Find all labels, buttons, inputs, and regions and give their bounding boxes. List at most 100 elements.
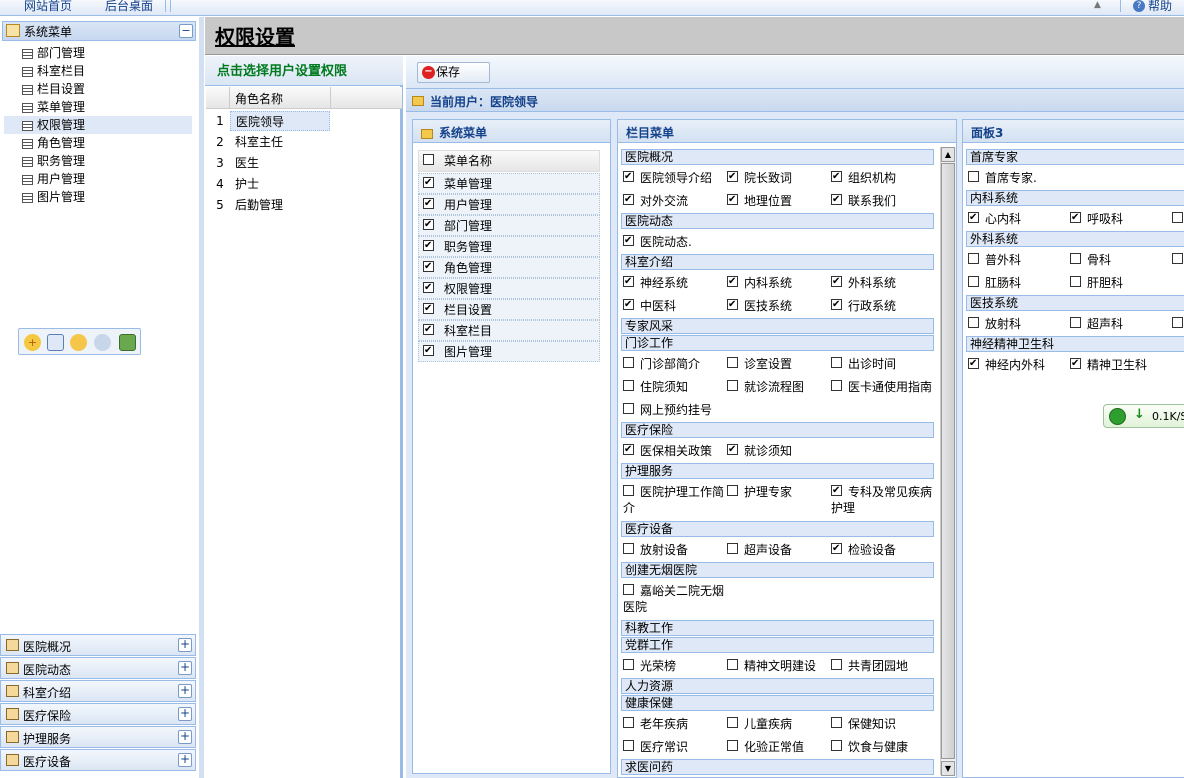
permission-checkbox-item[interactable]: 嘉峪关二院无烟医院: [623, 583, 725, 615]
sidebar-item[interactable]: 菜单管理: [4, 98, 192, 116]
permission-checkbox[interactable]: [727, 194, 738, 205]
permission-checkbox[interactable]: [623, 485, 634, 496]
permission-checkbox-item[interactable]: [1172, 211, 1184, 227]
menu-checkbox[interactable]: [423, 219, 434, 230]
permission-checkbox[interactable]: [727, 717, 738, 728]
permission-checkbox-item[interactable]: 光荣榜: [623, 658, 676, 674]
menu-permission-row[interactable]: 菜单管理: [418, 173, 600, 194]
permission-checkbox[interactable]: [831, 717, 842, 728]
menu-permission-row[interactable]: 用户管理: [418, 194, 600, 215]
permission-checkbox-item[interactable]: 联系我们: [831, 193, 896, 209]
permission-checkbox[interactable]: [727, 659, 738, 670]
permission-checkbox[interactable]: [968, 317, 979, 328]
permission-checkbox-item[interactable]: 院长致词: [727, 170, 792, 186]
scroll-thumb[interactable]: [941, 163, 955, 759]
permission-checkbox-item[interactable]: 保健知识: [831, 716, 896, 732]
permission-checkbox[interactable]: [623, 543, 634, 554]
permission-checkbox-item[interactable]: 超声科: [1070, 316, 1123, 332]
expand-button[interactable]: +: [178, 638, 192, 652]
menu-permission-row[interactable]: 图片管理: [418, 341, 600, 362]
role-row[interactable]: 医生: [230, 153, 330, 173]
permission-checkbox-item[interactable]: 饮食与健康: [831, 739, 908, 755]
permission-checkbox-item[interactable]: 医技系统: [727, 298, 792, 314]
permission-checkbox-item[interactable]: 护理专家: [727, 484, 829, 500]
permission-checkbox-item[interactable]: 内科系统: [727, 275, 792, 291]
permission-checkbox[interactable]: [623, 276, 634, 287]
permission-checkbox[interactable]: [727, 380, 738, 391]
accordion-item[interactable]: 医疗设备 +: [0, 749, 196, 771]
permission-checkbox[interactable]: [831, 380, 842, 391]
permission-checkbox[interactable]: [727, 444, 738, 455]
menu-permission-row[interactable]: 权限管理: [418, 278, 600, 299]
permission-checkbox-item[interactable]: 医院护理工作简介: [623, 484, 725, 516]
permission-checkbox[interactable]: [727, 171, 738, 182]
sidebar-item[interactable]: 科室栏目: [4, 62, 192, 80]
permission-checkbox-item[interactable]: 中医科: [623, 298, 676, 314]
menu-checkbox[interactable]: [423, 198, 434, 209]
permission-checkbox[interactable]: [623, 235, 634, 246]
role-row[interactable]: 科室主任: [230, 132, 330, 152]
permission-checkbox[interactable]: [623, 357, 634, 368]
network-speed-widget[interactable]: ↓ 0.1K/S: [1103, 404, 1184, 428]
role-row[interactable]: 护士: [230, 174, 330, 194]
permission-checkbox-item[interactable]: 就诊须知: [727, 443, 792, 459]
collapse-button[interactable]: −: [179, 24, 193, 38]
permission-checkbox[interactable]: [831, 543, 842, 554]
system-menu-header[interactable]: 系统菜单 −: [2, 21, 196, 41]
permission-checkbox-item[interactable]: 门诊部简介: [623, 356, 700, 372]
menu-checkbox[interactable]: [423, 240, 434, 251]
help-icon[interactable]: ?: [1133, 0, 1145, 12]
menu-permission-row[interactable]: 科室栏目: [418, 320, 600, 341]
scroll-down-button[interactable]: ▼: [941, 761, 955, 776]
permission-checkbox-item[interactable]: 组织机构: [831, 170, 896, 186]
permission-checkbox-item[interactable]: 精神卫生科: [1070, 357, 1147, 373]
permission-checkbox-item[interactable]: 出诊时间: [831, 356, 896, 372]
permission-checkbox-item[interactable]: 医院动态.: [623, 234, 692, 250]
permission-checkbox-item[interactable]: 放射设备: [623, 542, 688, 558]
accordion-item[interactable]: 医院动态 +: [0, 657, 196, 679]
sidebar-item[interactable]: 权限管理: [4, 116, 192, 134]
permission-checkbox[interactable]: [1172, 212, 1183, 223]
sidebar-item[interactable]: 角色管理: [4, 134, 192, 152]
menu-checkbox[interactable]: [423, 303, 434, 314]
permission-checkbox[interactable]: [831, 740, 842, 751]
menu-permission-row[interactable]: 栏目设置: [418, 299, 600, 320]
role-row[interactable]: 后勤管理: [230, 195, 330, 215]
menu-permission-row[interactable]: 职务管理: [418, 236, 600, 257]
permission-checkbox[interactable]: [623, 380, 634, 391]
menu-checkbox[interactable]: [423, 324, 434, 335]
permission-checkbox-item[interactable]: 医院领导介绍: [623, 170, 712, 186]
permission-checkbox-item[interactable]: 呼吸科: [1070, 211, 1123, 227]
sidebar-item[interactable]: 部门管理: [4, 44, 192, 62]
permission-checkbox[interactable]: [727, 299, 738, 310]
permission-checkbox[interactable]: [968, 358, 979, 369]
permission-checkbox[interactable]: [727, 543, 738, 554]
permission-checkbox[interactable]: [727, 740, 738, 751]
permission-checkbox[interactable]: [1070, 358, 1081, 369]
menu-checkbox[interactable]: [423, 177, 434, 188]
permission-checkbox[interactable]: [831, 485, 842, 496]
export-icon[interactable]: [119, 334, 136, 351]
edit-icon[interactable]: [70, 334, 87, 351]
permission-checkbox[interactable]: [623, 740, 634, 751]
sidebar-item[interactable]: 职务管理: [4, 152, 192, 170]
permission-checkbox-item[interactable]: 地理位置: [727, 193, 792, 209]
permission-checkbox-item[interactable]: 网上预约挂号: [623, 402, 712, 418]
permission-checkbox-item[interactable]: 放射科: [968, 316, 1021, 332]
permission-checkbox-item[interactable]: 老年疾病: [623, 716, 688, 732]
permission-checkbox-item[interactable]: 对外交流: [623, 193, 688, 209]
expand-button[interactable]: +: [178, 730, 192, 744]
permission-checkbox-item[interactable]: 普外科: [968, 252, 1021, 268]
menu-checkbox[interactable]: [423, 261, 434, 272]
permission-checkbox-item[interactable]: 首席专家.: [968, 170, 1037, 186]
expand-button[interactable]: +: [178, 707, 192, 721]
sidebar-item[interactable]: 栏目设置: [4, 80, 192, 98]
sidebar-item[interactable]: 用户管理: [4, 170, 192, 188]
permission-checkbox-item[interactable]: 医疗常识: [623, 739, 688, 755]
permission-checkbox-item[interactable]: 医卡通使用指南: [831, 379, 932, 395]
permission-checkbox-item[interactable]: 外科系统: [831, 275, 896, 291]
permission-checkbox[interactable]: [1070, 276, 1081, 287]
permission-checkbox-item[interactable]: 检验设备: [831, 542, 896, 558]
scroll-up-button[interactable]: ▲: [941, 147, 955, 162]
accordion-item[interactable]: 医疗保险 +: [0, 703, 196, 725]
